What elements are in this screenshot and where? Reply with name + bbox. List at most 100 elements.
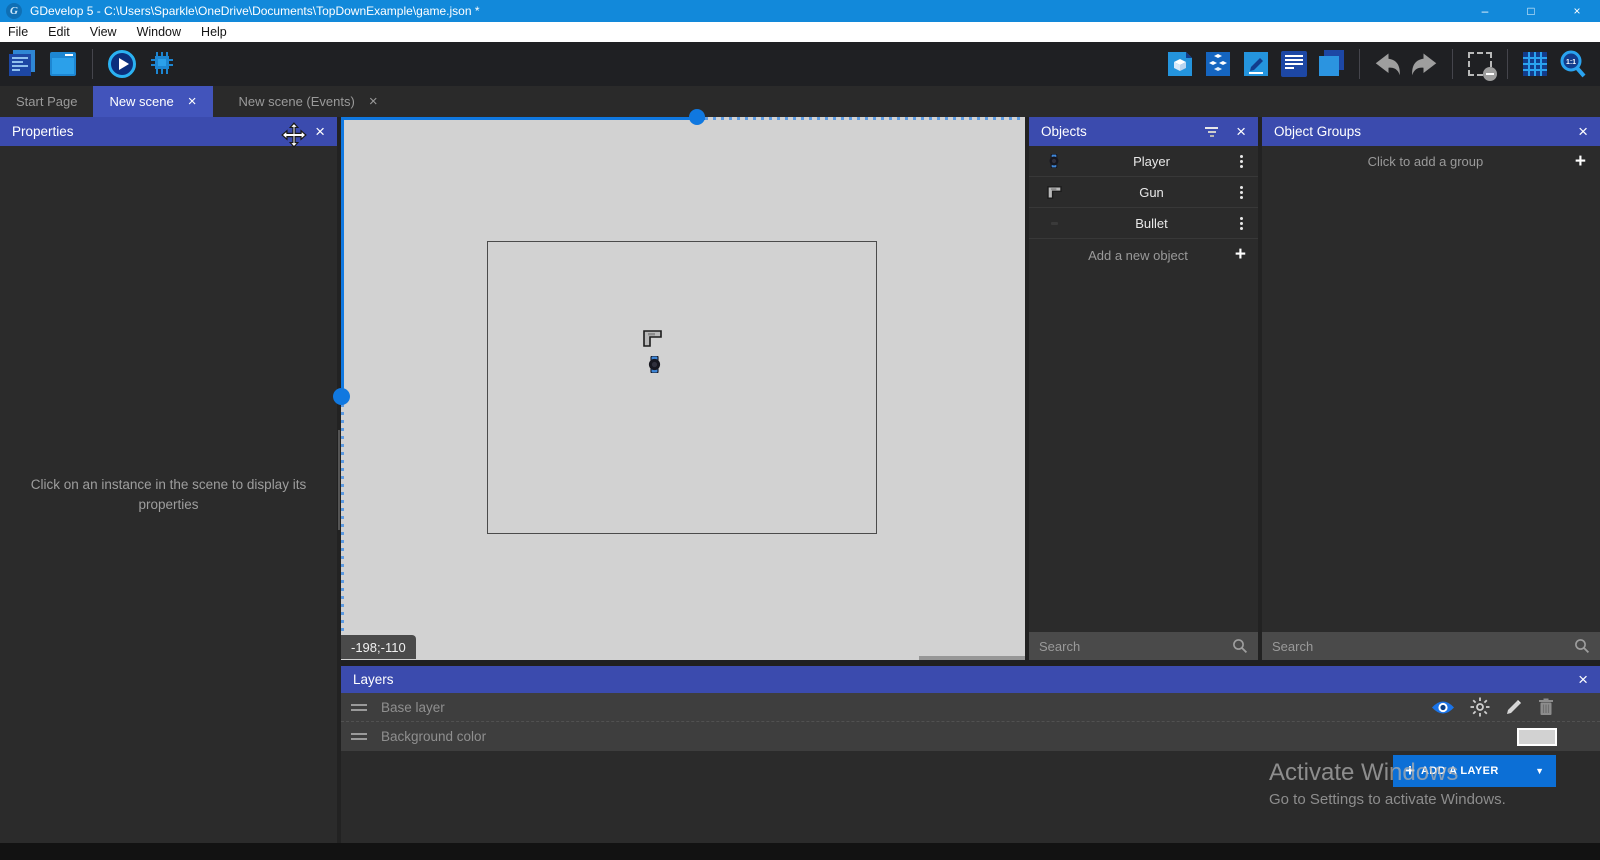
edit-layer-pencil-icon[interactable] — [1505, 698, 1523, 716]
instances-list-icon[interactable] — [1279, 49, 1309, 79]
h-scrollbar-track-dashed — [705, 117, 1025, 120]
menu-help[interactable]: Help — [191, 22, 237, 42]
objects-title: Objects — [1041, 124, 1087, 139]
objects-search-input[interactable] — [1039, 639, 1232, 654]
toolbar-right: 1:1 — [1165, 49, 1600, 79]
debug-icon[interactable] — [147, 49, 177, 79]
grid-icon[interactable] — [1520, 49, 1550, 79]
object-row-gun[interactable]: Gun — [1029, 177, 1258, 208]
tab-start-page[interactable]: Start Page — [0, 86, 93, 117]
properties-panel: Properties × Click on an instance in the… — [0, 117, 337, 843]
drag-handle-icon[interactable] — [351, 704, 367, 711]
menu-file[interactable]: File — [0, 22, 38, 42]
cursor-coordinates: -198;-110 — [341, 635, 416, 659]
background-color-swatch[interactable] — [1517, 728, 1557, 746]
h-scrollbar-track — [341, 117, 705, 120]
v-scrollbar-thumb[interactable] — [333, 388, 350, 405]
toolbar: 1:1 — [0, 42, 1600, 86]
tab-new-scene-events[interactable]: New scene (Events) × — [223, 86, 394, 117]
tab-bar: Start Page New scene × New scene (Events… — [0, 86, 1600, 117]
add-group-row[interactable]: Click to add a group + — [1262, 146, 1600, 177]
filter-icon[interactable] — [1205, 127, 1218, 137]
add-object-icon[interactable] — [1165, 49, 1195, 79]
object-menu-icon[interactable] — [1232, 155, 1250, 168]
player-sprite-icon — [1037, 154, 1071, 168]
deselect-icon[interactable] — [1465, 49, 1495, 79]
object-menu-icon[interactable] — [1232, 217, 1250, 230]
layers-header[interactable]: Layers × — [341, 666, 1600, 693]
toolbar-separator — [1359, 49, 1360, 79]
zoom-original-icon[interactable]: 1:1 — [1558, 49, 1588, 79]
player-instance[interactable] — [647, 356, 662, 373]
caret-down-icon[interactable]: ▼ — [1535, 766, 1544, 776]
layers-toolbar-icon[interactable] — [1317, 49, 1347, 79]
minimize-button[interactable]: – — [1462, 0, 1508, 22]
redo-icon[interactable] — [1410, 49, 1440, 79]
window-controls: – □ × — [1462, 0, 1600, 22]
gdevelop-window: G GDevelop 5 - C:\Users\Sparkle\OneDrive… — [0, 0, 1600, 860]
plus-icon[interactable]: + — [1235, 244, 1246, 266]
toolbar-separator — [1507, 49, 1508, 79]
tab-close-icon[interactable]: × — [188, 93, 197, 110]
delete-layer-trash-icon[interactable] — [1538, 698, 1554, 716]
add-layer-button[interactable]: + ADD A LAYER ▼ — [1393, 755, 1556, 787]
bottom-scrollbar-thumb[interactable] — [919, 656, 1025, 660]
menu-edit[interactable]: Edit — [38, 22, 80, 42]
maximize-button[interactable]: □ — [1508, 0, 1554, 22]
edit-scene-icon[interactable] — [1241, 49, 1271, 79]
gun-sprite-icon — [1037, 186, 1071, 199]
objects-list: Player Gun Bullet — [1029, 146, 1258, 271]
project-manager-icon[interactable] — [8, 49, 38, 79]
properties-title: Properties — [12, 124, 74, 139]
zoom-label: 1:1 — [1566, 59, 1576, 66]
properties-empty-message: Click on an instance in the scene to dis… — [0, 475, 337, 515]
undo-icon[interactable] — [1372, 49, 1402, 79]
layer-row-base[interactable]: Base layer — [341, 693, 1600, 722]
properties-close-icon[interactable]: × — [315, 122, 325, 142]
object-name: Player — [1071, 154, 1232, 169]
layers-panel: Layers × Base layer — [341, 663, 1600, 843]
objects-header[interactable]: Objects × — [1029, 117, 1258, 146]
layer-row-background[interactable]: Background color — [341, 722, 1600, 751]
object-groups-panel: Object Groups × Click to add a group + — [1262, 117, 1600, 660]
layers-title: Layers — [353, 672, 394, 687]
object-menu-icon[interactable] — [1232, 186, 1250, 199]
toolbar-left — [0, 49, 177, 79]
plus-icon[interactable]: + — [1575, 151, 1586, 173]
object-row-bullet[interactable]: Bullet — [1029, 208, 1258, 239]
menu-window[interactable]: Window — [127, 22, 191, 42]
objects-close-icon[interactable]: × — [1236, 122, 1246, 142]
menu-view[interactable]: View — [80, 22, 127, 42]
objects-search-bar — [1029, 632, 1258, 660]
properties-scrollbar[interactable] — [338, 430, 340, 530]
gdevelop-logo-icon: G — [6, 3, 22, 19]
play-preview-icon[interactable] — [107, 49, 137, 79]
gun-instance[interactable] — [643, 330, 662, 347]
object-groups-icon[interactable] — [1203, 49, 1233, 79]
scene-canvas[interactable]: -198;-110 — [341, 117, 1025, 660]
menu-bar: File Edit View Window Help — [0, 22, 1600, 42]
toolbar-separator — [92, 49, 93, 79]
h-scrollbar-thumb[interactable] — [689, 109, 705, 125]
v-scrollbar-track — [341, 117, 344, 396]
object-groups-search-input[interactable] — [1272, 639, 1574, 654]
move-cursor-icon — [281, 122, 307, 148]
object-name: Bullet — [1071, 216, 1232, 231]
layers-close-icon[interactable]: × — [1578, 670, 1588, 690]
object-groups-close-icon[interactable]: × — [1578, 122, 1588, 142]
start-page-icon[interactable] — [48, 49, 78, 79]
objects-panel: Objects × Player — [1029, 117, 1258, 660]
layer-effects-icon[interactable] — [1470, 697, 1490, 717]
object-name: Gun — [1071, 185, 1232, 200]
close-button[interactable]: × — [1554, 0, 1600, 22]
object-row-player[interactable]: Player — [1029, 146, 1258, 177]
add-object-row[interactable]: Add a new object + — [1029, 239, 1258, 271]
toolbar-separator — [1452, 49, 1453, 79]
object-groups-header[interactable]: Object Groups × — [1262, 117, 1600, 146]
visibility-eye-icon[interactable] — [1431, 700, 1455, 715]
v-scrollbar-track-dashed — [341, 396, 344, 660]
tab-close-icon[interactable]: × — [369, 93, 378, 110]
drag-handle-icon[interactable] — [351, 733, 367, 740]
tab-new-scene[interactable]: New scene × — [93, 86, 212, 117]
window-title: GDevelop 5 - C:\Users\Sparkle\OneDrive\D… — [30, 4, 480, 18]
